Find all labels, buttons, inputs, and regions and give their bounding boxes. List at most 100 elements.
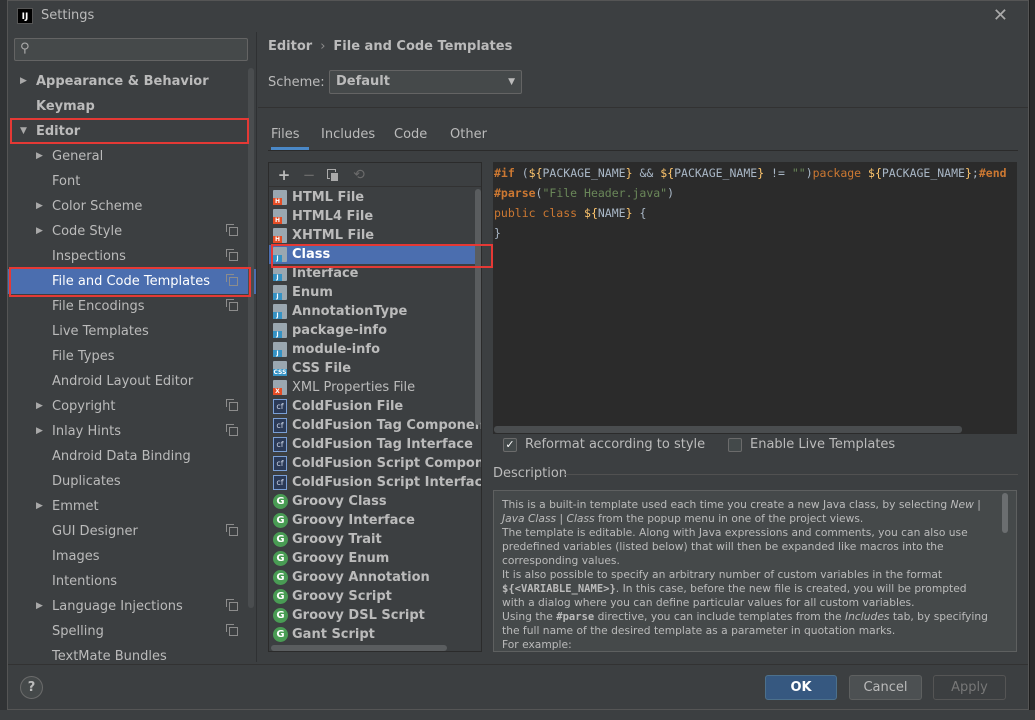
help-button[interactable]: ? [20, 676, 43, 699]
sidebar-item-appearance-behavior[interactable]: ▶ Appearance & Behavior [8, 69, 256, 94]
template-item-gant-script[interactable]: G Gant Script [269, 625, 475, 644]
code-token: ) [805, 166, 813, 180]
template-item-groovy-class[interactable]: G Groovy Class [269, 492, 475, 511]
template-list-hscrollbar[interactable] [271, 645, 447, 651]
template-item-label: Interface [292, 266, 359, 281]
chevron-down-icon[interactable]: ▼ [20, 119, 27, 144]
html-file-icon: H [273, 190, 287, 205]
apply-button[interactable]: Apply [933, 675, 1006, 700]
template-item-coldfusion-tag-component[interactable]: cf ColdFusion Tag Component [269, 416, 481, 435]
template-item-xml-properties-file[interactable]: X XML Properties File [269, 378, 475, 397]
sidebar-item-copyright[interactable]: ▶ Copyright [8, 394, 256, 419]
desc-p2: The template is editable. Along with Jav… [502, 526, 968, 567]
template-item-coldfusion-script-interface[interactable]: cf ColdFusion Script Interface [269, 473, 481, 492]
code-token: } [625, 206, 633, 220]
template-item-enum[interactable]: J Enum [269, 283, 475, 302]
template-item-groovy-dsl-script[interactable]: G Groovy DSL Script [269, 606, 475, 625]
code-editor-hscrollbar[interactable] [494, 426, 962, 433]
sidebar-item-images[interactable]: Images [8, 544, 256, 569]
sidebar-item-file-types[interactable]: File Types [8, 344, 256, 369]
chevron-right-icon[interactable]: ▶ [36, 219, 43, 244]
breadcrumb-parent[interactable]: Editor [268, 39, 312, 54]
template-item-annotationtype[interactable]: J AnnotationType [269, 302, 475, 321]
tab-code[interactable]: Code [394, 124, 427, 150]
template-item-xhtml-file[interactable]: H XHTML File [269, 226, 475, 245]
sidebar-item-keymap[interactable]: Keymap [8, 94, 256, 119]
sidebar-item-editor[interactable]: ▼ Editor [8, 119, 256, 144]
chevron-right-icon[interactable]: ▶ [36, 394, 43, 419]
search-box[interactable]: ⚲ [14, 38, 248, 61]
sidebar-item-android-data-binding[interactable]: Android Data Binding [8, 444, 256, 469]
template-item-groovy-interface[interactable]: G Groovy Interface [269, 511, 475, 530]
chevron-right-icon[interactable]: ▶ [36, 194, 43, 219]
template-item-groovy-enum[interactable]: G Groovy Enum [269, 549, 475, 568]
file-type-badge: J [273, 312, 282, 319]
code-token: "" [791, 166, 806, 180]
scheme-label: Scheme: [268, 75, 325, 90]
sidebar-item-emmet[interactable]: ▶ Emmet [8, 494, 256, 519]
chevron-right-icon[interactable]: ▶ [36, 144, 43, 169]
template-item-groovy-annotation[interactable]: G Groovy Annotation [269, 568, 475, 587]
sidebar-item-live-templates[interactable]: Live Templates [8, 319, 256, 344]
sidebar-item-inlay-hints[interactable]: ▶ Inlay Hints [8, 419, 256, 444]
template-code-editor[interactable]: #if (${PACKAGE_NAME} && ${PACKAGE_NAME} … [493, 162, 1017, 434]
sidebar-item-file-encodings[interactable]: File Encodings [8, 294, 256, 319]
cancel-button[interactable]: Cancel [849, 675, 922, 700]
chevron-right-icon[interactable]: ▶ [36, 594, 43, 619]
template-item-html-file[interactable]: H HTML File [269, 188, 475, 207]
description-text: This is a built-in template used each ti… [502, 498, 992, 651]
sidebar-item-color-scheme[interactable]: ▶ Color Scheme [8, 194, 256, 219]
template-item-module-info[interactable]: Jmodule-info [269, 340, 475, 359]
ok-button[interactable]: OK [765, 675, 837, 700]
chevron-right-icon[interactable]: ▶ [36, 494, 43, 519]
template-item-groovy-script[interactable]: G Groovy Script [269, 587, 475, 606]
groovy-icon: G [273, 608, 288, 623]
template-item-coldfusion-file[interactable]: cf ColdFusion File [269, 397, 475, 416]
sidebar-item-intentions[interactable]: Intentions [8, 569, 256, 594]
sidebar-item-android-layout-editor[interactable]: Android Layout Editor [8, 369, 256, 394]
sidebar-item-label: Editor [36, 124, 81, 139]
template-item-label: Groovy Interface [292, 513, 415, 528]
sidebar-item-language-injections[interactable]: ▶ Language Injections [8, 594, 256, 619]
template-list-toolbar: + − ⟲ [269, 163, 481, 187]
sidebar-item-general[interactable]: ▶ General [8, 144, 256, 169]
sidebar-item-textmate-bundles[interactable]: TextMate Bundles [8, 644, 256, 662]
close-icon[interactable]: ✕ [993, 5, 1008, 26]
code-token: "File Header.java" [542, 186, 668, 200]
sidebar-item-font[interactable]: Font [8, 169, 256, 194]
search-input[interactable] [37, 41, 237, 58]
code-token: #parse [494, 186, 536, 200]
template-item-coldfusion-tag-interface[interactable]: cf ColdFusion Tag Interface [269, 435, 475, 454]
scheme-dropdown[interactable]: Default ▼ [329, 70, 522, 94]
sidebar-item-duplicates[interactable]: Duplicates [8, 469, 256, 494]
sidebar-item-gui-designer[interactable]: GUI Designer [8, 519, 256, 544]
description-scrollbar[interactable] [1002, 493, 1008, 533]
sidebar-item-label: Keymap [36, 99, 95, 114]
status-bar-background [0, 710, 1035, 720]
template-item-groovy-trait[interactable]: G Groovy Trait [269, 530, 475, 549]
chevron-right-icon[interactable]: ▶ [20, 69, 27, 94]
template-item-interface[interactable]: J Interface [269, 264, 475, 283]
tab-includes[interactable]: Includes [321, 124, 375, 150]
template-item-class[interactable]: J Class [269, 245, 475, 264]
sidebar-item-code-style[interactable]: ▶ Code Style [8, 219, 256, 244]
chevron-right-icon[interactable]: ▶ [36, 419, 43, 444]
sidebar-item-spelling[interactable]: Spelling [8, 619, 256, 644]
template-item-package-info[interactable]: Jpackage-info [269, 321, 475, 340]
template-item-css-file[interactable]: CSS CSS File [269, 359, 475, 378]
app-logo-icon: IJ [17, 8, 33, 24]
sidebar-item-file-and-code-templates[interactable]: File and Code Templates [8, 269, 256, 294]
remove-icon[interactable]: − [300, 166, 318, 184]
sidebar-item-inspections[interactable]: Inspections [8, 244, 256, 269]
template-item-coldfusion-script-component[interactable]: cf ColdFusion Script Component [269, 454, 481, 473]
reset-icon[interactable]: ⟲ [350, 166, 368, 184]
settings-tree-scrollbar[interactable] [248, 68, 254, 608]
sidebar-item-label: Inlay Hints [52, 424, 121, 439]
code-token: } [625, 166, 633, 180]
add-icon[interactable]: + [275, 166, 293, 184]
tab-other[interactable]: Other [450, 124, 487, 150]
template-list-scrollbar[interactable] [475, 189, 481, 425]
tab-files[interactable]: Files [271, 124, 309, 150]
template-item-html4-file[interactable]: H HTML4 File [269, 207, 475, 226]
copy-icon[interactable] [325, 166, 343, 184]
